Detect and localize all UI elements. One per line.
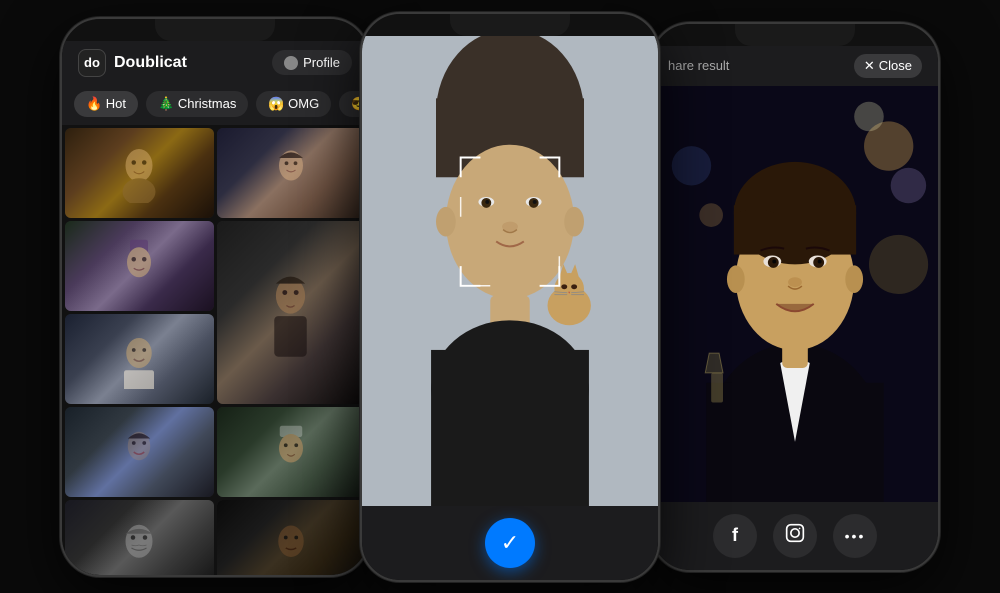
social-bar: f ••• xyxy=(652,502,938,570)
close-x: ✕ xyxy=(864,58,875,74)
gif-cell-woman[interactable] xyxy=(217,128,366,218)
gif-leo-inner xyxy=(65,128,214,218)
gif-cell-marion[interactable] xyxy=(65,407,214,497)
more-icon: ••• xyxy=(845,528,866,544)
gif-cell-old[interactable] xyxy=(65,500,214,575)
close-button[interactable]: ✕ Close xyxy=(854,54,922,78)
gif-kanye-inner xyxy=(217,500,366,575)
gif-cell-kanye[interactable] xyxy=(217,500,366,575)
profile-label: Profile xyxy=(303,55,340,70)
gif-cell-chris[interactable] xyxy=(65,314,214,404)
gif-doctor-inner xyxy=(217,407,366,497)
tab-christmas[interactable]: 🎄 Christmas xyxy=(146,91,248,117)
gif-grid xyxy=(62,125,368,575)
phones-container: do Doublicat Profile 🔥 Hot 🎄 Christmas xyxy=(60,12,940,582)
tab-hot-label: 🔥 Hot xyxy=(86,96,126,112)
facebook-button[interactable]: f xyxy=(713,514,757,558)
app-name: Doublicat xyxy=(114,54,187,72)
more-button[interactable]: ••• xyxy=(833,514,877,558)
camera-screen xyxy=(362,36,658,506)
instagram-button[interactable] xyxy=(773,514,817,558)
filter-tabs: 🔥 Hot 🎄 Christmas 😱 OMG 😎 C xyxy=(62,83,368,125)
check-icon: ✓ xyxy=(501,530,519,556)
tab-christmas-label: 🎄 Christmas xyxy=(158,96,236,112)
gif-chris-inner xyxy=(65,314,214,404)
result-image xyxy=(652,86,938,502)
right-phone-screen: hare result ✕ Close xyxy=(652,24,938,570)
left-phone-screen: do Doublicat Profile 🔥 Hot 🎄 Christmas xyxy=(62,19,368,575)
facebook-icon: f xyxy=(732,525,738,546)
app-logo: do Doublicat xyxy=(78,49,187,77)
profile-button[interactable]: Profile xyxy=(272,50,352,75)
logo-icon: do xyxy=(78,49,106,77)
tab-omg[interactable]: 😱 OMG xyxy=(256,91,331,117)
phone-left: do Doublicat Profile 🔥 Hot 🎄 Christmas xyxy=(60,17,370,577)
tab-omg-label: 😱 OMG xyxy=(268,96,319,112)
capture-button[interactable]: ✓ xyxy=(485,518,535,568)
gif-woman-inner xyxy=(217,128,366,218)
middle-phone-screen: ✓ xyxy=(362,14,658,580)
instagram-icon xyxy=(785,523,805,548)
camera-view xyxy=(362,36,658,506)
share-result-text: hare result xyxy=(668,58,729,73)
logo-text: do xyxy=(84,55,100,70)
gif-cell-leo[interactable] xyxy=(65,128,214,218)
profile-icon xyxy=(284,56,298,70)
gif-ironman-inner xyxy=(217,221,366,404)
result-view xyxy=(652,86,938,502)
tab-hot[interactable]: 🔥 Hot xyxy=(74,91,138,117)
gif-marion-inner xyxy=(65,407,214,497)
result-header: hare result ✕ Close xyxy=(652,46,938,86)
gif-cell-ironman[interactable] xyxy=(217,221,366,404)
phone-right: hare result ✕ Close xyxy=(650,22,940,572)
close-label: Close xyxy=(879,58,912,73)
gif-cell-doctor[interactable] xyxy=(217,407,366,497)
camera-bottom: ✓ xyxy=(362,506,658,580)
gif-willy-inner xyxy=(65,221,214,311)
app-header: do Doublicat Profile xyxy=(62,41,368,83)
gif-cell-willy[interactable] xyxy=(65,221,214,311)
phone-middle: ✓ xyxy=(360,12,660,582)
gif-old-inner xyxy=(65,500,214,575)
